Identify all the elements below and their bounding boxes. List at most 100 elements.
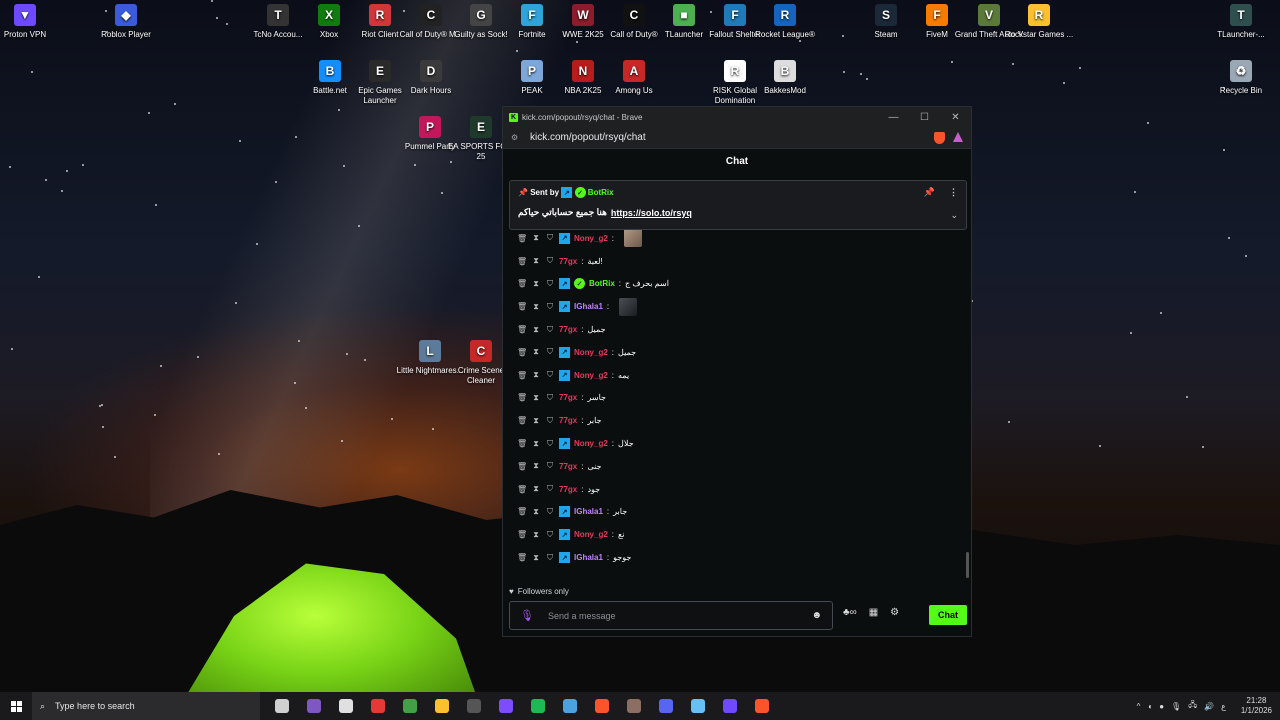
timeout-icon[interactable]: ⧗	[531, 553, 541, 563]
taskbar-app-proton[interactable]	[714, 692, 746, 720]
volume-icon[interactable]: 🔊	[1204, 702, 1214, 711]
chat-username[interactable]: IGhala1	[574, 553, 603, 562]
taskbar-app-obs[interactable]	[458, 692, 490, 720]
ban-shield-icon[interactable]: ⛉	[545, 484, 555, 494]
store-icon[interactable]: ▦	[869, 607, 878, 618]
ban-shield-icon[interactable]: ⛉	[545, 530, 555, 540]
delete-message-icon[interactable]: 🗑	[517, 393, 527, 402]
brave-shield-icon[interactable]	[934, 131, 945, 144]
taskbar-app-spotify[interactable]	[522, 692, 554, 720]
taskbar-app-steam[interactable]	[682, 692, 714, 720]
emoji-icon[interactable]: ☻	[811, 610, 822, 621]
timeout-icon[interactable]: ⧗	[531, 370, 541, 380]
brave-rewards-icon[interactable]	[953, 131, 963, 142]
chat-message[interactable]: 🗑 ⧗ ⛉ ↗ ✓ BotRix: اسم بحرف ج	[517, 273, 971, 296]
timeout-icon[interactable]: ⧗	[531, 393, 541, 403]
desktop-icon[interactable]: D Dark Hours	[391, 60, 471, 96]
pinned-link[interactable]: https://solo.to/rsyq	[611, 208, 692, 218]
chat-message[interactable]: 🗑 ⧗ ⛉ ↗ IGhala1:	[517, 295, 971, 318]
taskbar-app-brave[interactable]	[586, 692, 618, 720]
timeout-icon[interactable]: ⧗	[531, 530, 541, 540]
taskbar-app-steamvr[interactable]	[330, 692, 362, 720]
chat-username[interactable]: Nony_g2	[574, 234, 608, 243]
chat-message[interactable]: 🗑 ⧗ ⛉ 77gx: جود	[517, 478, 971, 501]
search-placeholder[interactable]: Type here to search	[55, 701, 135, 711]
desktop-icon[interactable]: ◆ Roblox Player	[86, 4, 166, 40]
microphone-tray-icon[interactable]: 🎙	[1171, 702, 1181, 711]
site-settings-icon[interactable]: ⚙	[511, 133, 521, 143]
delete-message-icon[interactable]: 🗑	[517, 507, 527, 516]
timeout-icon[interactable]: ⧗	[531, 461, 541, 471]
minimize-icon[interactable]: —	[878, 112, 909, 123]
timeout-icon[interactable]: ⧗	[531, 256, 541, 266]
ban-shield-icon[interactable]: ⛉	[545, 302, 555, 312]
microphone-icon[interactable]: 🎙	[520, 609, 534, 622]
delete-message-icon[interactable]: 🗑	[517, 371, 527, 380]
timeout-icon[interactable]: ⧗	[531, 484, 541, 494]
delete-message-icon[interactable]: 🗑	[517, 234, 527, 243]
language-indicator[interactable]: ع	[1221, 702, 1226, 711]
timeout-icon[interactable]: ⧗	[531, 325, 541, 335]
delete-message-icon[interactable]: 🗑	[517, 553, 527, 562]
taskbar-app-discord[interactable]	[650, 692, 682, 720]
chat-message[interactable]: 🗑 ⧗ ⛉ ↗ Nony_g2: جلال	[517, 432, 971, 455]
ban-shield-icon[interactable]: ⛉	[545, 393, 555, 403]
taskbar-search[interactable]: ⌕ Type here to search	[32, 692, 260, 720]
chat-username[interactable]: IGhala1	[574, 302, 603, 311]
ban-shield-icon[interactable]: ⛉	[545, 279, 555, 289]
delete-message-icon[interactable]: 🗑	[517, 439, 527, 448]
chat-username[interactable]: 77gx	[559, 416, 577, 425]
delete-message-icon[interactable]: 🗑	[517, 348, 527, 357]
chat-username[interactable]: 77gx	[559, 393, 577, 402]
url-text[interactable]: kick.com/popout/rsyq/chat	[530, 132, 646, 143]
timeout-icon[interactable]: ⧗	[531, 233, 541, 243]
chat-username[interactable]: Nony_g2	[574, 439, 608, 448]
desktop-icon[interactable]: T TLauncher-...	[1201, 4, 1280, 40]
delete-message-icon[interactable]: 🗑	[517, 279, 527, 288]
headset-icon[interactable]: ◖	[1147, 702, 1152, 711]
taskbar-app-brave-active[interactable]	[746, 692, 778, 720]
pinned-author[interactable]: BotRix	[588, 188, 614, 197]
chat-username[interactable]: Nony_g2	[574, 530, 608, 539]
ban-shield-icon[interactable]: ⛉	[545, 416, 555, 426]
ban-shield-icon[interactable]: ⛉	[545, 439, 555, 449]
taskbar-app-game-launcher[interactable]	[618, 692, 650, 720]
taskbar-app-messenger[interactable]	[490, 692, 522, 720]
chat-message[interactable]: 🗑 ⧗ ⛉ 77gx: لعبة!	[517, 250, 971, 273]
ban-shield-icon[interactable]: ⛉	[545, 256, 555, 266]
chat-username[interactable]: Nony_g2	[574, 348, 608, 357]
taskbar-app-task-view[interactable]	[266, 692, 298, 720]
ban-shield-icon[interactable]: ⛉	[545, 325, 555, 335]
desktop-icon[interactable]: ♻ Recycle Bin	[1201, 60, 1280, 96]
chat-scrollbar[interactable]	[966, 552, 969, 578]
delete-message-icon[interactable]: 🗑	[517, 325, 527, 334]
taskbar-app-file-explorer[interactable]	[426, 692, 458, 720]
window-titlebar[interactable]: K kick.com/popout/rsyq/chat - Brave — ☐ …	[503, 107, 971, 127]
start-button[interactable]	[0, 692, 32, 720]
delete-message-icon[interactable]: 🗑	[517, 416, 527, 425]
ban-shield-icon[interactable]: ⛉	[545, 370, 555, 380]
maximize-icon[interactable]: ☐	[909, 112, 940, 123]
desktop-icon[interactable]: ▼ Proton VPN	[0, 4, 65, 40]
brave-popout-window[interactable]: K kick.com/popout/rsyq/chat - Brave — ☐ …	[502, 106, 972, 637]
delete-message-icon[interactable]: 🗑	[517, 257, 527, 266]
network-icon[interactable]: 🖧	[1188, 699, 1197, 713]
chat-message[interactable]: 🗑 ⧗ ⛉ 77gx: جابر	[517, 409, 971, 432]
address-bar[interactable]: ⚙ kick.com/popout/rsyq/chat	[503, 127, 971, 149]
ban-shield-icon[interactable]: ⛉	[545, 553, 555, 563]
timeout-icon[interactable]: ⧗	[531, 279, 541, 289]
ban-shield-icon[interactable]: ⛉	[545, 347, 555, 357]
kicks-icon[interactable]: ♣∞	[843, 607, 857, 618]
message-input[interactable]	[547, 610, 812, 621]
taskbar-app-app-window[interactable]	[554, 692, 586, 720]
timeout-icon[interactable]: ⧗	[531, 439, 541, 449]
chat-message[interactable]: 🗑 ⧗ ⛉ ↗ IGhala1: جوجو	[517, 546, 971, 569]
timeout-icon[interactable]: ⧗	[531, 416, 541, 426]
message-input-box[interactable]: 🎙 ☻	[509, 601, 833, 630]
desktop-icon[interactable]: R Rockstar Games ...	[999, 4, 1079, 40]
taskbar-app-game-app[interactable]	[298, 692, 330, 720]
steam-tray-icon[interactable]: ●	[1159, 702, 1164, 711]
chat-message[interactable]: 🗑 ⧗ ⛉ 77gx: جميل	[517, 318, 971, 341]
chat-message[interactable]: 🗑 ⧗ ⛉ ↗ Nony_g2: يمه	[517, 364, 971, 387]
taskbar-app-chrome[interactable]	[394, 692, 426, 720]
